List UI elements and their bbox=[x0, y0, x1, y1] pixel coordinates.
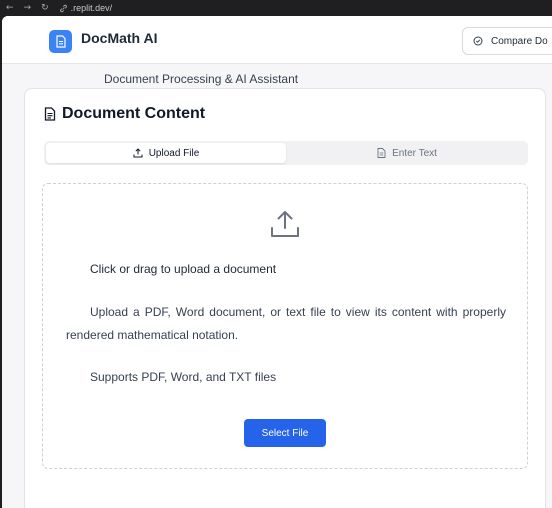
compare-documents-button[interactable]: Compare Do bbox=[462, 27, 552, 55]
tab-enter-text-label: Enter Text bbox=[392, 147, 437, 159]
back-icon[interactable]: ← bbox=[6, 3, 14, 13]
link-icon bbox=[59, 4, 67, 12]
tab-upload-file[interactable]: Upload File bbox=[46, 143, 286, 163]
forward-icon[interactable]: → bbox=[24, 3, 32, 13]
url-text: .replit.dev/ bbox=[70, 3, 113, 13]
page-subtitle: Document Processing & AI Assistant bbox=[104, 72, 299, 86]
file-text-icon bbox=[377, 148, 386, 158]
input-mode-tabs: Upload File Enter Text bbox=[44, 141, 528, 165]
app-window: DocMath AI Compare Do Document Processin… bbox=[2, 16, 552, 508]
dropzone-title: Click or drag to upload a document bbox=[90, 262, 277, 276]
reload-icon[interactable]: ↻ bbox=[41, 3, 49, 13]
document-content-card: Document Content Upload File Enter Text bbox=[24, 88, 546, 508]
select-file-button[interactable]: Select File bbox=[244, 419, 326, 447]
upload-icon bbox=[133, 148, 143, 158]
supported-formats-text: Supports PDF, Word, and TXT files bbox=[90, 370, 277, 384]
card-title: Document Content bbox=[44, 105, 205, 123]
dropzone-description: Upload a PDF, Word document, or text fil… bbox=[66, 305, 506, 342]
tab-enter-text[interactable]: Enter Text bbox=[288, 143, 526, 163]
browser-toolbar: ← → ↻ .replit.dev/ bbox=[0, 0, 552, 16]
compare-label: Compare Do bbox=[491, 35, 548, 47]
document-icon bbox=[55, 35, 66, 48]
card-title-text: Document Content bbox=[62, 105, 206, 122]
address-bar[interactable]: .replit.dev/ bbox=[59, 3, 113, 13]
compare-icon bbox=[473, 36, 483, 46]
app-header: DocMath AI Compare Do bbox=[2, 16, 552, 64]
file-text-icon bbox=[44, 107, 56, 121]
upload-icon bbox=[271, 211, 299, 237]
upload-dropzone[interactable]: Click or drag to upload a document Uploa… bbox=[42, 183, 528, 469]
tab-upload-label: Upload File bbox=[148, 147, 200, 159]
app-title: DocMath AI bbox=[81, 30, 158, 46]
app-logo bbox=[49, 30, 72, 53]
